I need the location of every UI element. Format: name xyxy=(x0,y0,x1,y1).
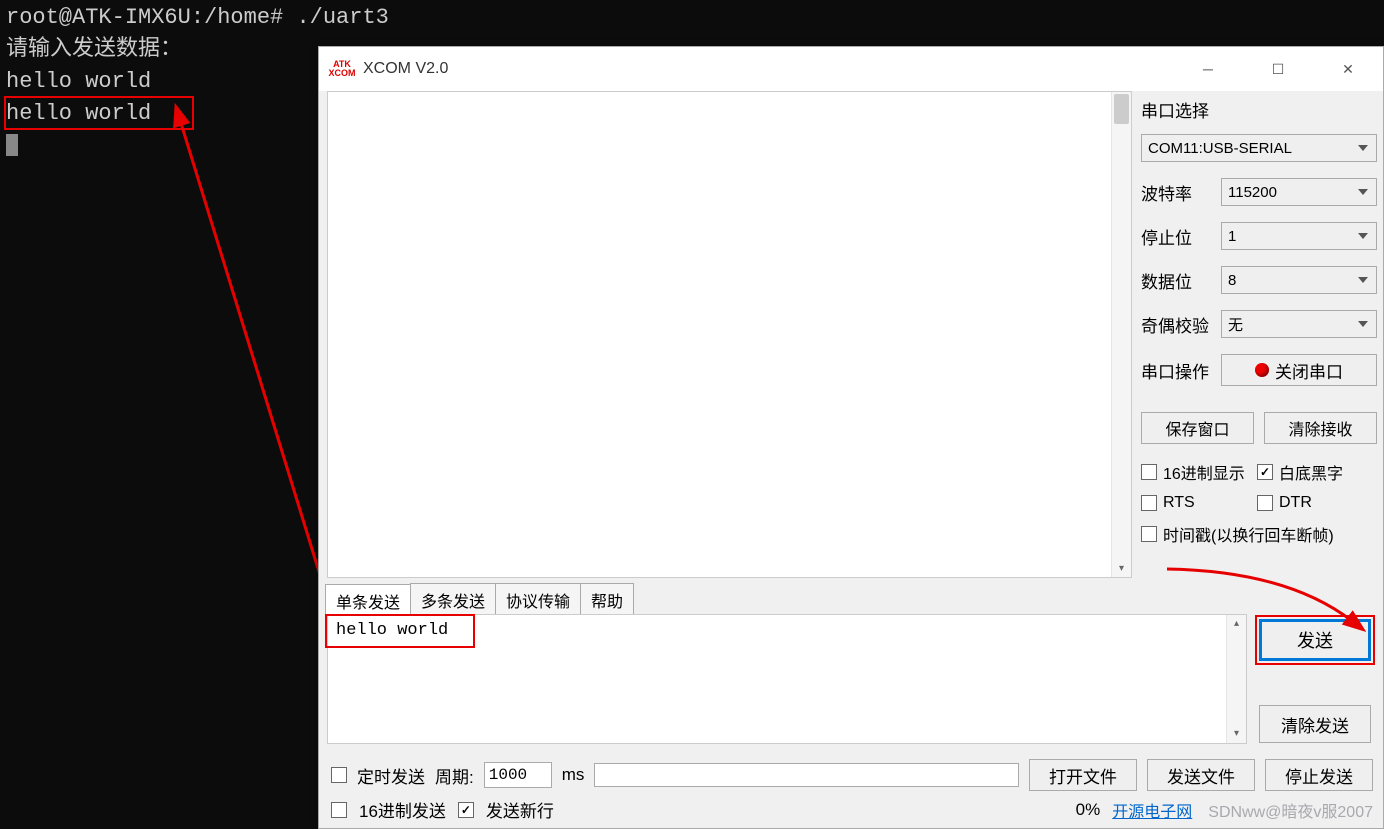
close-button[interactable]: ✕ xyxy=(1313,47,1383,91)
hex-display-checkbox[interactable] xyxy=(1141,464,1157,480)
app-logo: ATKXCOM xyxy=(327,54,357,84)
xcom-window: ATKXCOM XCOM V2.0 ─ ☐ ✕ ▴ ▾ 串口选择 COM11:U… xyxy=(318,46,1384,829)
bottom-row-1: 定时发送 周期: ms 打开文件 发送文件 停止发送 xyxy=(331,759,1373,791)
receive-textarea[interactable]: ▴ ▾ xyxy=(327,91,1132,578)
dtr-label: DTR xyxy=(1279,494,1312,512)
white-bg-checkbox[interactable] xyxy=(1257,464,1273,480)
scroll-up-icon[interactable]: ▴ xyxy=(1227,615,1246,633)
baud-combo[interactable]: 115200 xyxy=(1221,178,1377,206)
annotation-highlight-terminal xyxy=(4,96,194,130)
window-controls: ─ ☐ ✕ xyxy=(1173,47,1383,91)
baud-label: 波特率 xyxy=(1141,180,1221,205)
timestamp-checkbox[interactable] xyxy=(1141,526,1157,542)
maximize-button[interactable]: ☐ xyxy=(1243,47,1313,91)
stop-label: 停止位 xyxy=(1141,224,1221,249)
tab-multi-send[interactable]: 多条发送 xyxy=(410,583,496,616)
hex-send-checkbox[interactable] xyxy=(331,802,347,818)
receive-scrollbar[interactable]: ▴ ▾ xyxy=(1111,92,1131,577)
op-label: 串口操作 xyxy=(1141,358,1221,383)
window-title: XCOM V2.0 xyxy=(363,60,448,78)
send-file-button[interactable]: 发送文件 xyxy=(1147,759,1255,791)
timed-send-label: 定时发送 xyxy=(357,763,425,788)
clear-send-button[interactable]: 清除发送 xyxy=(1259,705,1371,743)
terminal-line-1: root@ATK-IMX6U:/home# ./uart3 xyxy=(6,2,1378,34)
port-status-icon xyxy=(1255,363,1269,377)
send-newline-checkbox[interactable] xyxy=(458,802,474,818)
dtr-checkbox[interactable] xyxy=(1257,495,1273,511)
panel-title: 串口选择 xyxy=(1141,97,1377,122)
send-tabs: 单条发送 多条发送 协议传输 帮助 xyxy=(325,583,653,617)
scroll-down-icon[interactable]: ▾ xyxy=(1227,725,1246,743)
stop-combo[interactable]: 1 xyxy=(1221,222,1377,250)
watermark-text: SDNww@暗夜v服2007 xyxy=(1208,798,1373,822)
parity-combo[interactable]: 无 xyxy=(1221,310,1377,338)
period-input[interactable] xyxy=(484,762,552,788)
tab-protocol[interactable]: 协议传输 xyxy=(495,583,581,616)
white-bg-label: 白底黑字 xyxy=(1279,460,1343,484)
hex-send-label: 16进制发送 xyxy=(359,797,446,822)
bottom-row-2: 16进制发送 发送新行 0% 开源电子网 SDNww@暗夜v服2007 xyxy=(331,797,1373,822)
clear-receive-button[interactable]: 清除接收 xyxy=(1264,412,1377,444)
parity-label: 奇偶校验 xyxy=(1141,312,1221,337)
port-combo[interactable]: COM11:USB-SERIAL xyxy=(1141,134,1377,162)
progress-bar xyxy=(594,763,1019,787)
annotation-highlight-send-text xyxy=(325,614,475,648)
tab-single-send[interactable]: 单条发送 xyxy=(325,584,411,617)
stop-send-button[interactable]: 停止发送 xyxy=(1265,759,1373,791)
rts-checkbox[interactable] xyxy=(1141,495,1157,511)
timed-send-checkbox[interactable] xyxy=(331,767,347,783)
data-combo[interactable]: 8 xyxy=(1221,266,1377,294)
terminal-cursor xyxy=(6,134,18,156)
scroll-down-icon[interactable]: ▾ xyxy=(1112,559,1131,577)
progress-percent: 0% xyxy=(1076,800,1101,820)
serial-settings-panel: 串口选择 COM11:USB-SERIAL 波特率115200 停止位1 数据位… xyxy=(1141,97,1377,556)
minimize-button[interactable]: ─ xyxy=(1173,47,1243,91)
openedv-link[interactable]: 开源电子网 xyxy=(1112,798,1192,822)
timestamp-label: 时间戳(以换行回车断帧) xyxy=(1163,522,1334,546)
rts-label: RTS xyxy=(1163,494,1195,512)
send-newline-label: 发送新行 xyxy=(486,797,554,822)
client-area: ▴ ▾ 串口选择 COM11:USB-SERIAL 波特率115200 停止位1… xyxy=(319,91,1383,828)
send-scrollbar[interactable]: ▴ ▾ xyxy=(1226,615,1246,743)
period-label: 周期: xyxy=(435,763,474,788)
hex-display-label: 16进制显示 xyxy=(1163,460,1245,484)
data-label: 数据位 xyxy=(1141,268,1221,293)
tab-help[interactable]: 帮助 xyxy=(580,583,634,616)
period-unit: ms xyxy=(562,765,585,785)
open-file-button[interactable]: 打开文件 xyxy=(1029,759,1137,791)
titlebar[interactable]: ATKXCOM XCOM V2.0 ─ ☐ ✕ xyxy=(319,47,1383,91)
scrollbar-thumb[interactable] xyxy=(1114,94,1129,124)
save-window-button[interactable]: 保存窗口 xyxy=(1141,412,1254,444)
send-button[interactable]: 发送 xyxy=(1259,619,1371,661)
toggle-port-button[interactable]: 关闭串口 xyxy=(1221,354,1377,386)
